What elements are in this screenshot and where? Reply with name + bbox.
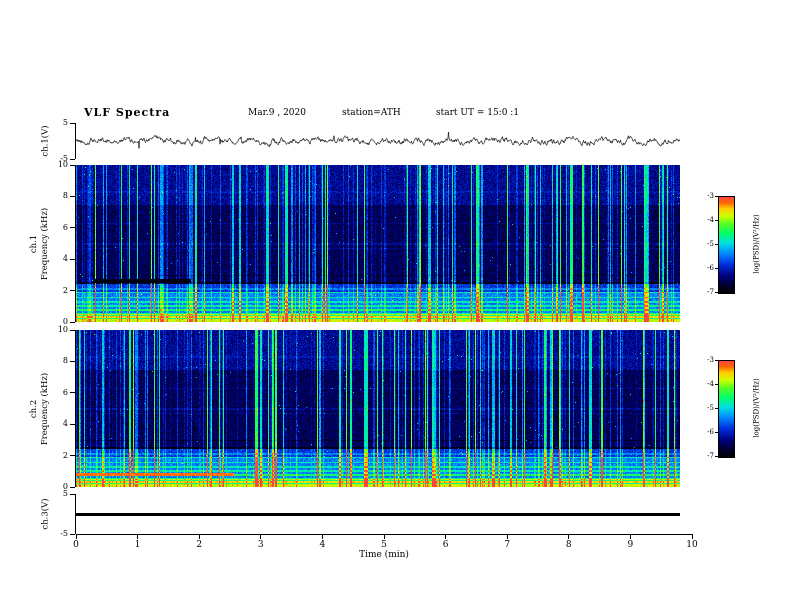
ch3-trace: [76, 512, 680, 516]
colorbar-tick-mark: [715, 219, 718, 221]
y-tick-label: 4: [62, 419, 68, 429]
colorbar-ch1: [718, 196, 735, 294]
ch1-waveform-canvas: [76, 123, 680, 159]
x-tick-label: 0: [73, 540, 79, 550]
date-label: Mar.9 , 2020: [248, 108, 306, 118]
colorbar-tick-mark: [715, 195, 718, 197]
ch1-spectrogram-canvas: [76, 165, 680, 322]
y-tick-mark: [70, 122, 75, 124]
x-tick-mark: [445, 534, 447, 539]
x-tick-label: 6: [442, 540, 449, 550]
colorbar-tick-label: -4: [707, 380, 714, 388]
y-tick-mark: [70, 455, 75, 457]
ch2-frequency-axis-label: ch.2 Frequency (kHz): [29, 372, 51, 444]
y-tick-mark: [70, 392, 75, 394]
x-tick-mark: [75, 534, 77, 539]
x-tick-mark: [137, 534, 139, 539]
y-axis-line: [75, 123, 76, 159]
ch2-channel-label: ch.2: [28, 399, 39, 418]
colorbar-tick-mark: [715, 431, 718, 433]
x-tick-label: 5: [381, 540, 387, 550]
y-axis-line: [75, 330, 76, 487]
y-tick-label: 2: [62, 285, 68, 295]
y-tick-mark: [70, 227, 75, 229]
x-tick-mark: [691, 534, 693, 539]
colorbar-tick-label: -5: [707, 404, 714, 412]
y-tick-label: 10: [57, 160, 68, 169]
colorbar-tick-label: -3: [707, 356, 714, 364]
y-tick-label: 10: [57, 325, 68, 334]
colorbar-ch1-label: log(PSD)/(V²/Hz): [752, 214, 761, 274]
colorbar-tick-label: -4: [707, 216, 714, 224]
ch1-channel-label: ch.1: [28, 234, 39, 253]
colorbar-tick-mark: [715, 267, 718, 269]
y-axis-line: [75, 165, 76, 322]
colorbar-tick-mark: [715, 359, 718, 361]
colorbar-ch2-label: log(PSD)/(V²/Hz): [752, 378, 761, 438]
y-tick-mark: [70, 533, 75, 535]
ch2-frequency-units-label: Frequency (kHz): [40, 372, 50, 445]
y-tick-mark: [70, 486, 75, 488]
y-tick-label: 8: [62, 191, 68, 201]
colorbar-tick-mark: [715, 455, 718, 457]
y-tick-label: 6: [62, 222, 68, 232]
colorbar-tick-label: -7: [707, 452, 714, 460]
y-tick-mark: [70, 360, 75, 362]
y-tick-mark: [70, 195, 75, 197]
colorbar-ch2: [718, 360, 735, 458]
x-tick-label: 8: [565, 540, 572, 550]
colorbar-tick-label: -6: [707, 428, 714, 436]
y-tick-mark: [70, 493, 75, 495]
ch1v-axis-label: ch.1(V): [40, 125, 51, 157]
x-tick-mark: [321, 534, 323, 539]
time-axis-label: Time (min): [359, 550, 409, 560]
colorbar-tick-label: -3: [707, 192, 714, 200]
ch1-frequency-units-label: Frequency (kHz): [40, 207, 50, 280]
x-tick-mark: [629, 534, 631, 539]
colorbar-tick-mark: [715, 383, 718, 385]
x-tick-label: 2: [196, 540, 203, 550]
figure-title: VLF Spectra: [84, 106, 171, 119]
start-ut-label: start UT = 15:0 :1: [436, 108, 520, 118]
y-tick-label: 2: [62, 450, 68, 460]
colorbar-tick-label: -7: [707, 288, 714, 296]
colorbar-tick-mark: [715, 407, 718, 409]
y-tick-label: -5: [60, 529, 68, 538]
y-tick-label: 4: [62, 254, 68, 264]
ch3v-axis-label: ch.3(V): [40, 498, 51, 530]
y-tick-mark: [70, 158, 75, 160]
ch2-spectrogram-canvas: [76, 330, 680, 487]
x-tick-label: 10: [686, 540, 698, 550]
x-tick-mark: [506, 534, 508, 539]
x-tick-mark: [568, 534, 570, 539]
y-tick-label: 8: [62, 356, 68, 366]
vlf-spectra-figure: VLF Spectra Mar.9 , 2020 station=ATH sta…: [0, 0, 792, 612]
x-tick-label: 3: [257, 540, 264, 550]
y-tick-mark: [70, 321, 75, 323]
x-tick-mark: [260, 534, 262, 539]
ch1-frequency-axis-label: ch.1 Frequency (kHz): [29, 207, 51, 279]
colorbar-tick-label: -6: [707, 264, 714, 272]
x-tick-mark: [198, 534, 200, 539]
x-tick-label: 4: [319, 540, 326, 550]
y-tick-mark: [70, 329, 75, 331]
x-tick-label: 9: [627, 540, 634, 550]
y-tick-label: 5: [62, 118, 68, 127]
y-tick-mark: [70, 423, 75, 425]
y-tick-mark: [70, 258, 75, 260]
y-tick-label: 6: [62, 387, 68, 397]
x-tick-label: 1: [134, 540, 141, 550]
colorbar-tick-mark: [715, 291, 718, 293]
y-tick-mark: [70, 290, 75, 292]
colorbar-tick-label: -5: [707, 240, 714, 248]
colorbar-tick-mark: [715, 243, 718, 245]
y-tick-mark: [70, 164, 75, 166]
y-tick-label: 5: [62, 489, 68, 498]
x-tick-mark: [383, 534, 385, 539]
x-tick-label: 7: [504, 540, 511, 550]
station-label: station=ATH: [342, 108, 401, 118]
